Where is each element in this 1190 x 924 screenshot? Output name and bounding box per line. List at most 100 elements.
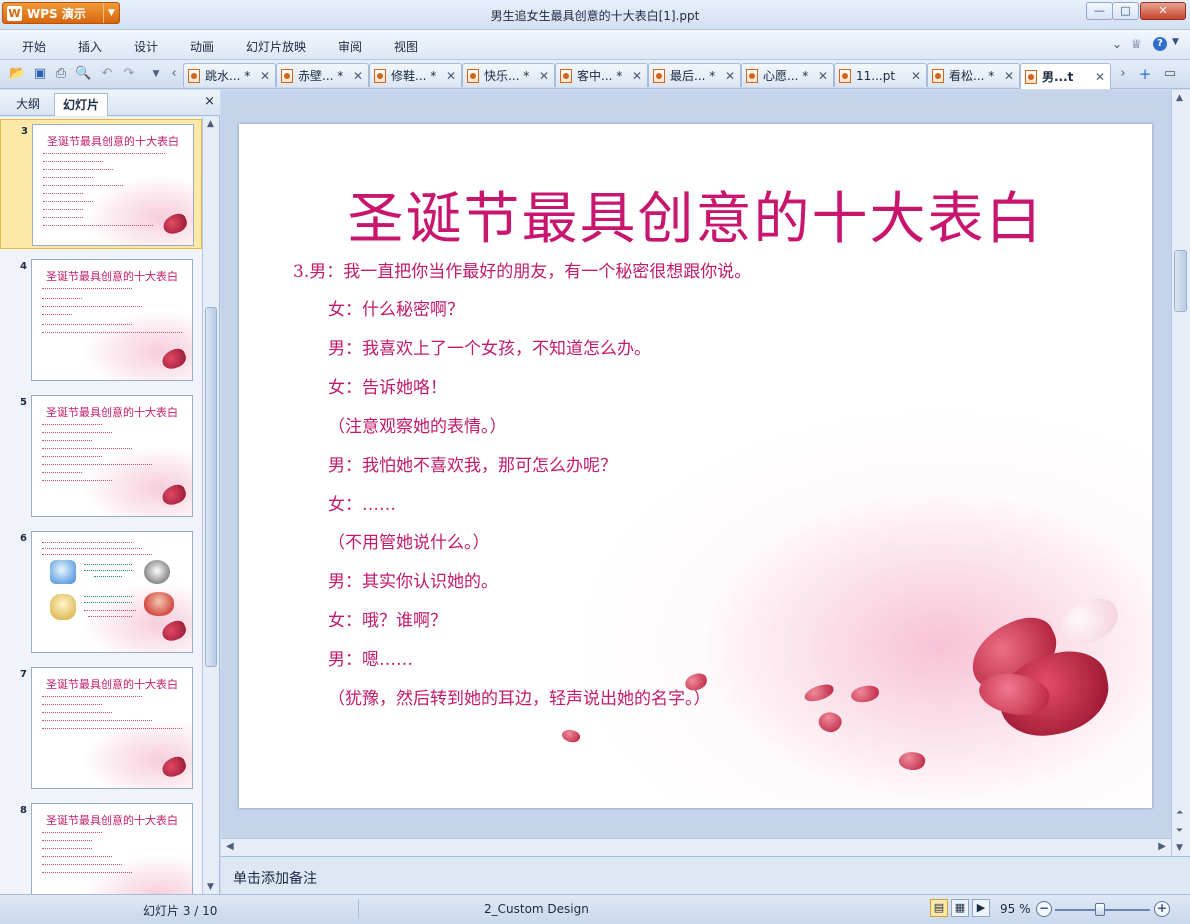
help-icon[interactable]: ? <box>1153 37 1167 51</box>
tab-close-icon[interactable]: ✕ <box>630 69 644 83</box>
doc-tab[interactable]: 看松... * ✕ <box>927 63 1020 87</box>
menu-animation[interactable]: 动画 <box>190 38 214 55</box>
undo-icon[interactable]: ↶ <box>99 66 115 82</box>
thumbnail-title: 圣诞节最具创意的十大表白 <box>46 814 178 827</box>
tab-close-icon[interactable]: ✕ <box>444 69 458 83</box>
ribbon-collapse-icon[interactable]: ⌄ <box>1112 37 1122 51</box>
doc-tab[interactable]: 跳水... * ✕ <box>183 63 276 87</box>
previous-slide-icon[interactable]: ⏶ <box>1176 808 1183 818</box>
maximize-button[interactable]: □ <box>1112 2 1139 20</box>
thumbnail-slide-3[interactable]: 3 圣诞节最具创意的十大表白 <box>0 119 202 249</box>
text-line <box>42 440 92 441</box>
menu-view[interactable]: 视图 <box>394 38 418 55</box>
slide-text-line[interactable]: 男：其实你认识她的。 <box>328 567 498 592</box>
next-slide-icon[interactable]: ⏷ <box>1176 826 1183 836</box>
tab-close-icon[interactable]: ✕ <box>537 69 551 83</box>
menu-slideshow[interactable]: 幻灯片放映 <box>246 38 306 55</box>
horizontal-scrollbar[interactable]: ◀ ▶ <box>221 838 1171 856</box>
zoom-in-button[interactable]: + <box>1154 901 1170 917</box>
open-folder-icon[interactable]: 📂 <box>9 66 25 82</box>
tab-outline[interactable]: 大纲 <box>8 93 48 116</box>
tab-scroll-left-icon[interactable]: ‹ <box>166 66 182 82</box>
panel-tabs: 大纲 幻灯片 × <box>0 90 220 116</box>
scrollbar-thumb[interactable] <box>205 307 217 667</box>
tab-close-icon[interactable]: ✕ <box>258 69 272 83</box>
menu-design[interactable]: 设计 <box>134 38 158 55</box>
thumbnail-slide-6[interactable]: 6 <box>0 527 202 657</box>
slide-text-line[interactable]: 女：什么秘密啊？ <box>328 295 464 320</box>
slide-text-line[interactable]: （不用管她说什么。） <box>328 528 490 553</box>
menu-insert[interactable]: 插入 <box>78 38 102 55</box>
normal-view-icon[interactable]: ▤ <box>930 899 948 917</box>
doc-tab[interactable]: 修鞋... * ✕ <box>369 63 462 87</box>
scroll-up-icon[interactable]: ▲ <box>1176 93 1183 103</box>
slide-title[interactable]: 圣诞节最具创意的十大表白 <box>239 174 1152 255</box>
doc-tab-label: 最后... * <box>670 69 716 83</box>
tab-slides[interactable]: 幻灯片 <box>54 93 109 116</box>
slide-number: 5 <box>20 397 27 408</box>
slide-text-line[interactable]: 男：我怕她不喜欢我，那可怎么办呢？ <box>328 451 617 476</box>
menu-review[interactable]: 审阅 <box>338 38 362 55</box>
slideshow-view-icon[interactable]: ▶ <box>972 899 990 917</box>
quick-access-dropdown-icon[interactable]: ▼ <box>148 66 164 82</box>
notes-placeholder[interactable]: 单击添加备注 <box>233 868 317 888</box>
doc-tab-active[interactable]: 男...t ✕ <box>1020 63 1111 89</box>
slide-text-line[interactable]: 女：哦？谁啊？ <box>328 606 447 631</box>
current-slide[interactable]: 圣诞节最具创意的十大表白 3.男：我一直把你当作最好的朋友，有一个秘密很想跟你说… <box>239 124 1152 808</box>
scrollbar-thumb[interactable] <box>1174 250 1187 312</box>
text-line <box>42 456 102 457</box>
doc-tab[interactable]: 快乐... * ✕ <box>462 63 555 87</box>
tab-list-icon[interactable]: ▭ <box>1162 66 1178 82</box>
doc-tab-label: 11...pt <box>856 68 896 83</box>
scroll-down-icon[interactable]: ▼ <box>207 882 214 892</box>
thumbnail-slide-7[interactable]: 7 圣诞节最具创意的十大表白 <box>0 663 202 793</box>
print-icon[interactable]: ⎙ <box>53 66 69 82</box>
slide-text-line[interactable]: 男：嗯…… <box>328 645 413 670</box>
slide-sorter-view-icon[interactable]: ▦ <box>951 899 969 917</box>
skin-icon[interactable]: ♕ <box>1131 37 1142 51</box>
zoom-out-button[interactable]: − <box>1036 901 1052 917</box>
redo-icon[interactable]: ↷ <box>121 66 137 82</box>
doc-tab[interactable]: 客中... * ✕ <box>555 63 648 87</box>
thumbnail-scrollbar[interactable]: ▲ ▼ <box>202 117 219 894</box>
tab-close-icon[interactable]: ✕ <box>909 69 923 83</box>
thumbnail-slide-4[interactable]: 4 圣诞节最具创意的十大表白 <box>0 255 202 385</box>
doc-tab[interactable]: 赤壁... * ✕ <box>276 63 369 87</box>
save-icon[interactable]: ▣ <box>32 66 48 82</box>
slide-thumbnail <box>31 531 193 653</box>
doc-tab[interactable]: 心愿... * ✕ <box>741 63 834 87</box>
slide-text-line[interactable]: 女：…… <box>328 490 396 515</box>
scroll-down-icon[interactable]: ▼ <box>1176 843 1183 853</box>
panel-close-icon[interactable]: × <box>204 94 215 109</box>
menu-home[interactable]: 开始 <box>22 38 46 55</box>
tab-close-icon[interactable]: ✕ <box>1093 70 1107 84</box>
tab-close-icon[interactable]: ✕ <box>1002 69 1016 83</box>
notes-pane[interactable]: 单击添加备注 <box>221 856 1190 894</box>
tab-close-icon[interactable]: ✕ <box>351 69 365 83</box>
tab-close-icon[interactable]: ✕ <box>816 69 830 83</box>
help-dropdown-icon[interactable]: ▼ <box>1172 37 1179 47</box>
scroll-up-icon[interactable]: ▲ <box>207 119 214 129</box>
scroll-right-icon[interactable]: ▶ <box>1158 841 1166 852</box>
tab-scroll-right-icon[interactable]: › <box>1115 66 1131 82</box>
new-tab-icon[interactable]: + <box>1137 66 1153 82</box>
thumbnail-slide-5[interactable]: 5 圣诞节最具创意的十大表白 <box>0 391 202 521</box>
scroll-left-icon[interactable]: ◀ <box>226 841 234 852</box>
doc-tab[interactable]: 最后... * ✕ <box>648 63 741 87</box>
zoom-slider-knob[interactable] <box>1095 903 1105 916</box>
slide-text-line[interactable]: 女：告诉她咯！ <box>328 373 447 398</box>
tab-close-icon[interactable]: ✕ <box>723 69 737 83</box>
slide-text-line[interactable]: （犹豫，然后转到她的耳边，轻声说出她的名字。） <box>328 684 711 709</box>
thumbnail-slide-8[interactable]: 8 圣诞节最具创意的十大表白 <box>0 799 202 894</box>
ppt-file-icon <box>746 68 758 83</box>
vertical-scrollbar[interactable]: ▲ ⏶ ⏷ ▼ <box>1171 90 1190 856</box>
slide-text-line[interactable]: 男：我喜欢上了一个女孩，不知道怎么办。 <box>328 334 651 359</box>
print-preview-icon[interactable]: 🔍 <box>75 66 91 82</box>
text-line <box>42 464 152 465</box>
close-button[interactable]: ✕ <box>1140 2 1186 20</box>
slide-text-line[interactable]: 3.男：我一直把你当作最好的朋友，有一个秘密很想跟你说。 <box>293 257 751 282</box>
minimize-button[interactable]: — <box>1086 2 1113 20</box>
doc-tab[interactable]: 11...pt ✕ <box>834 63 927 87</box>
slide-text-line[interactable]: （注意观察她的表情。） <box>328 412 507 437</box>
text-line <box>43 161 103 162</box>
